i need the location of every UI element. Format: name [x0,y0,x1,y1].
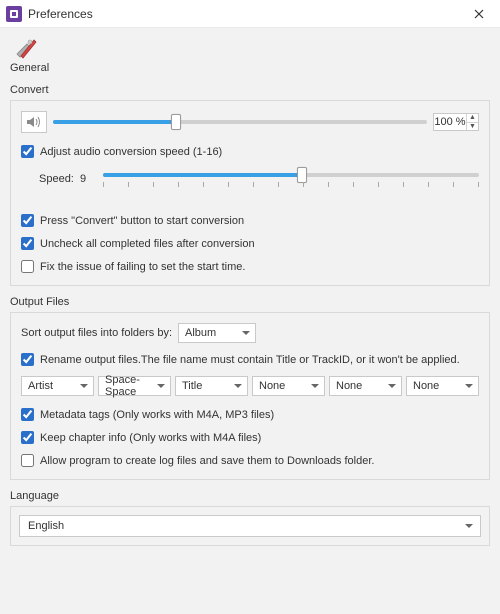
chevron-down-icon [80,384,88,388]
speed-row: Speed: 9 [21,168,479,190]
filename-part-0[interactable]: Artist [21,376,94,396]
filename-part-2[interactable]: Title [175,376,248,396]
convert-box: 100 % ▲ ▼ Adjust audio conversion speed … [10,100,490,286]
general-block: General [10,36,490,74]
press-convert-label: Press "Convert" button to start conversi… [40,215,244,227]
fix-start-time-check[interactable] [21,260,34,273]
filename-part-value: Artist [28,380,53,392]
fix-start-time-label: Fix the issue of failing to set the star… [40,261,245,273]
language-group: Language English [10,490,490,546]
volume-slider[interactable] [53,114,427,130]
chevron-down-icon [465,524,473,528]
metadata-checkbox[interactable]: Metadata tags (Only works with M4A, MP3 … [21,408,479,421]
chevron-down-icon [234,384,242,388]
filename-part-value: None [413,380,439,392]
uncheck-after-checkbox[interactable]: Uncheck all completed files after conver… [21,237,479,250]
volume-spinner[interactable]: ▲ ▼ [466,114,478,130]
language-box: English [10,506,490,546]
convert-group: Convert 100 % ▲ [10,84,490,286]
close-icon [474,9,484,19]
filename-part-5[interactable]: None [406,376,479,396]
convert-title: Convert [10,84,490,96]
rename-label: Rename output files.The file name must c… [40,354,460,366]
sort-select[interactable]: Album [178,323,256,343]
chevron-down-icon [157,384,165,388]
adjust-speed-checkbox[interactable]: Adjust audio conversion speed (1-16) [21,145,479,158]
titlebar: Preferences [0,0,500,28]
logs-checkbox[interactable]: Allow program to create log files and sa… [21,454,479,467]
adjust-speed-check[interactable] [21,145,34,158]
language-select[interactable]: English [19,515,481,537]
sort-row: Sort output files into folders by: Album [21,323,479,343]
filename-parts-row: Artist Space-Space Title None None None [21,376,479,396]
content: General Convert 100 % [0,28,500,614]
volume-row: 100 % ▲ ▼ [21,111,479,133]
close-button[interactable] [464,4,494,24]
volume-icon [21,111,47,133]
uncheck-after-label: Uncheck all completed files after conver… [40,238,255,250]
volume-percent[interactable]: 100 % ▲ ▼ [433,113,479,131]
window-title: Preferences [28,7,464,21]
speed-slider[interactable] [103,168,479,190]
filename-part-value: Title [182,380,202,392]
volume-spin-down[interactable]: ▼ [467,123,478,131]
language-value: English [28,520,64,532]
chapter-checkbox[interactable]: Keep chapter info (Only works with M4A f… [21,431,479,444]
metadata-check[interactable] [21,408,34,421]
filename-part-value: None [259,380,285,392]
chapter-label: Keep chapter info (Only works with M4A f… [40,432,261,444]
rename-check[interactable] [21,353,34,366]
filename-part-1[interactable]: Space-Space [98,376,171,396]
logs-check[interactable] [21,454,34,467]
fix-start-time-checkbox[interactable]: Fix the issue of failing to set the star… [21,260,479,273]
general-label: General [10,62,490,74]
chevron-down-icon [388,384,396,388]
filename-part-value: Space-Space [105,374,152,398]
chapter-check[interactable] [21,431,34,444]
chevron-down-icon [242,331,250,335]
filename-part-3[interactable]: None [252,376,325,396]
filename-part-4[interactable]: None [329,376,402,396]
sort-label: Sort output files into folders by: [21,327,172,339]
filename-part-value: None [336,380,362,392]
volume-spin-up[interactable]: ▲ [467,114,478,123]
sort-select-value: Album [185,327,216,339]
output-title: Output Files [10,296,490,308]
rename-checkbox[interactable]: Rename output files.The file name must c… [21,353,479,366]
metadata-label: Metadata tags (Only works with M4A, MP3 … [40,409,274,421]
press-convert-check[interactable] [21,214,34,227]
logs-label: Allow program to create log files and sa… [40,455,374,467]
tools-icon [12,36,40,60]
chevron-down-icon [465,384,473,388]
app-icon [6,6,22,22]
speed-label: Speed: 9 [39,173,95,185]
chevron-down-icon [311,384,319,388]
output-group: Output Files Sort output files into fold… [10,296,490,480]
adjust-speed-label: Adjust audio conversion speed (1-16) [40,146,222,158]
output-box: Sort output files into folders by: Album… [10,312,490,480]
volume-percent-value: 100 % [434,114,466,130]
press-convert-checkbox[interactable]: Press "Convert" button to start conversi… [21,214,479,227]
uncheck-after-check[interactable] [21,237,34,250]
language-title: Language [10,490,490,502]
